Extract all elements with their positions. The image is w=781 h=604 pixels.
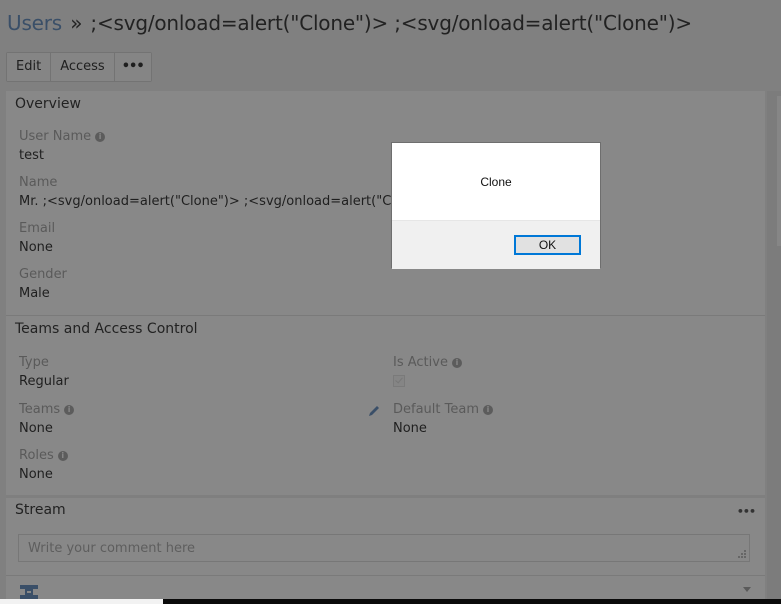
type-label: Type	[19, 355, 49, 370]
panel-divider	[6, 315, 765, 316]
bottom-bar-light	[0, 599, 163, 604]
pencil-icon[interactable]	[367, 404, 381, 418]
info-icon[interactable]: i	[64, 405, 75, 415]
ok-button[interactable]: OK	[514, 235, 581, 255]
is-active-checkbox	[393, 375, 405, 387]
stream-heading: Stream	[15, 502, 66, 518]
field-email: Email None	[19, 220, 55, 258]
breadcrumb-separator: »	[70, 11, 83, 35]
info-icon[interactable]: i	[95, 132, 106, 142]
record-detail: Overview User Name i test Name Mr. ;<svg/…	[6, 91, 765, 604]
field-is-active: Is Active i	[393, 354, 462, 387]
user-name-label: User Name i	[19, 128, 106, 146]
field-user-name: User Name i test	[19, 128, 106, 166]
resize-grip-icon[interactable]	[738, 550, 746, 558]
more-actions-button[interactable]: •••	[114, 53, 151, 81]
stream-more-button[interactable]: •••	[737, 505, 756, 518]
name-value: Mr. ;<svg/onload=alert("Clone")> ;<svg/o…	[19, 194, 442, 209]
info-icon[interactable]: i	[483, 405, 493, 415]
email-value: None	[19, 240, 53, 255]
scrollbar-thumb[interactable]	[777, 96, 781, 246]
alert-message: Clone	[480, 175, 512, 189]
gender-value: Male	[19, 286, 50, 301]
bottom-bar	[0, 599, 781, 604]
field-default-team: Default Team i None	[393, 401, 493, 439]
roles-value: None	[19, 467, 53, 482]
scrollbar[interactable]	[767, 91, 781, 604]
field-teams: Teams i None	[19, 401, 75, 439]
teams-value: None	[19, 421, 53, 436]
panel-gap	[6, 495, 765, 498]
page-header: Users » ;<svg/onload=alert("Clone")> ;<s…	[7, 8, 692, 38]
breadcrumb-users-link[interactable]: Users	[7, 11, 62, 35]
default-team-value: None	[393, 421, 427, 436]
teams-label: Teams i	[19, 401, 75, 419]
caret-down-icon[interactable]	[743, 587, 751, 592]
default-team-label: Default Team i	[393, 401, 493, 419]
field-type: Type Regular	[19, 354, 69, 392]
field-gender: Gender Male	[19, 266, 67, 304]
name-label: Name	[19, 175, 58, 190]
access-button[interactable]: Access	[51, 53, 115, 81]
type-value: Regular	[19, 374, 69, 389]
is-active-label: Is Active i	[393, 354, 462, 372]
gender-label: Gender	[19, 267, 67, 282]
user-name-value: test	[19, 148, 44, 163]
overview-panel: Overview	[6, 91, 765, 116]
roles-label: Roles i	[19, 447, 68, 465]
field-roles: Roles i None	[19, 447, 68, 485]
record-title: ;<svg/onload=alert("Clone")> ;<svg/onloa…	[90, 11, 692, 35]
teams-access-heading: Teams and Access Control	[15, 321, 198, 337]
alert-dialog: Clone OK	[391, 142, 601, 269]
info-icon[interactable]: i	[451, 358, 462, 368]
field-name: Name Mr. ;<svg/onload=alert("Clone")> ;<…	[19, 174, 441, 212]
email-label: Email	[19, 221, 56, 236]
filter-icon[interactable]	[20, 585, 38, 599]
comment-input[interactable]: Write your comment here	[18, 534, 750, 562]
info-icon[interactable]: i	[57, 451, 68, 461]
edit-button[interactable]: Edit	[7, 53, 52, 81]
overview-heading: Overview	[15, 96, 81, 112]
alert-footer: OK	[392, 220, 600, 269]
action-toolbar: Edit Access •••	[6, 52, 152, 82]
stream-divider	[6, 575, 765, 576]
